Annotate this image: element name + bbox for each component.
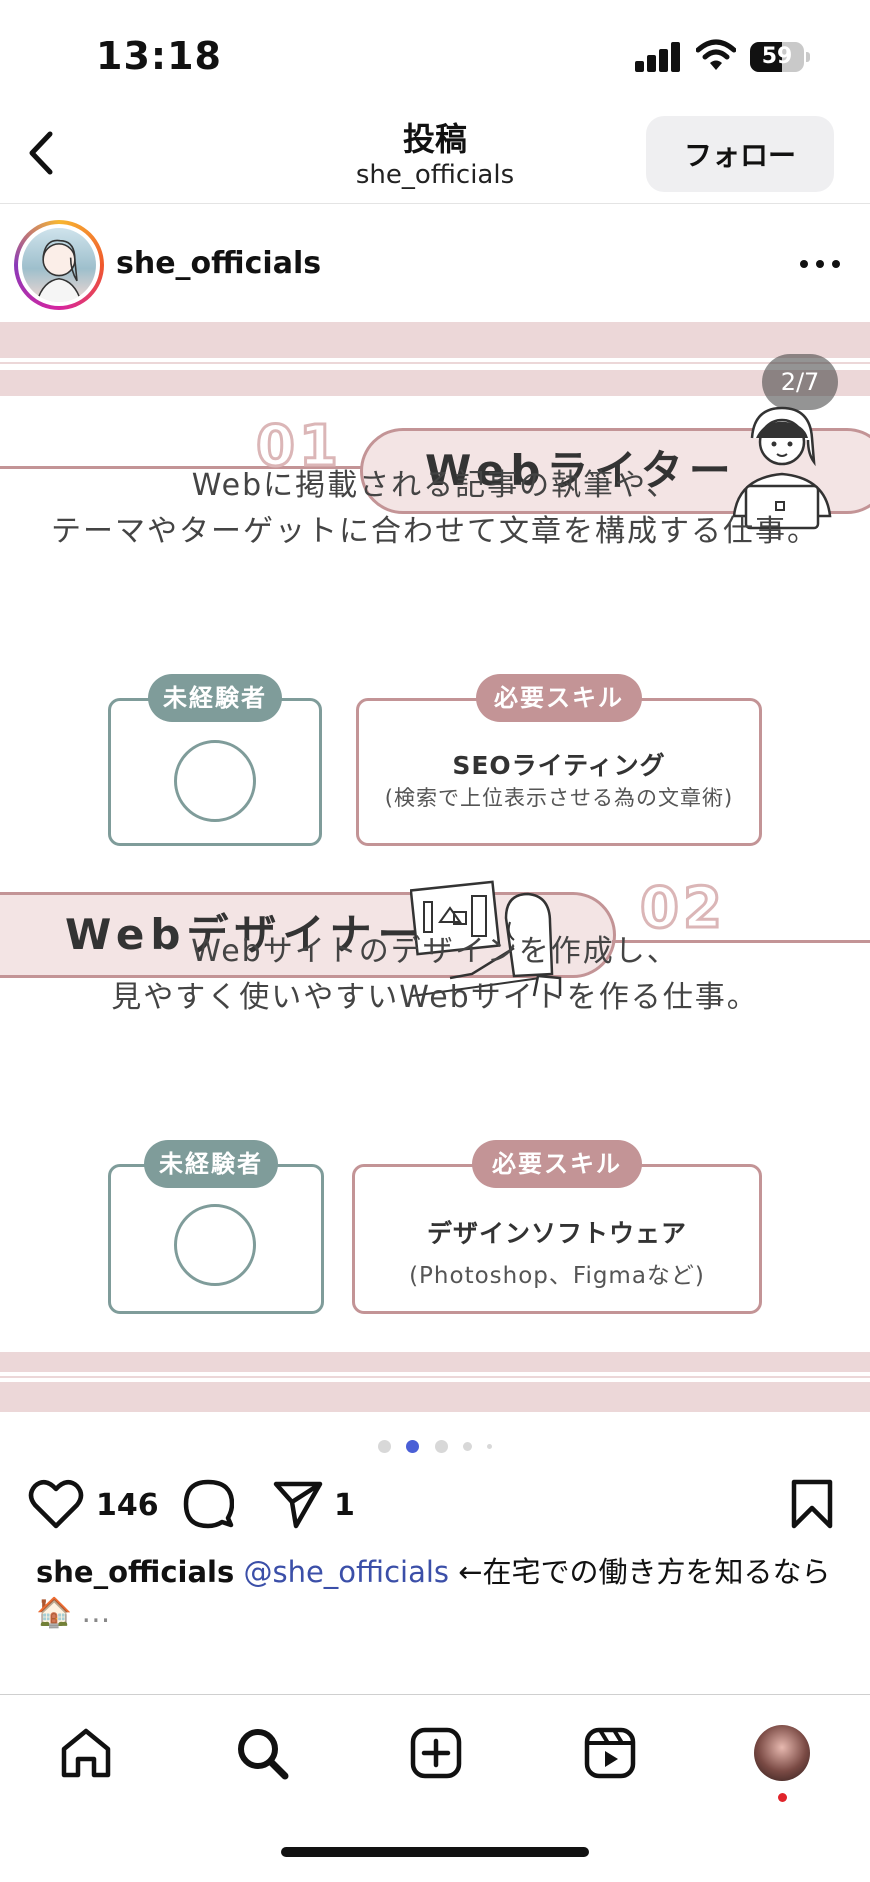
post-username[interactable]: she_officials <box>116 246 321 281</box>
carousel-dot <box>486 1444 492 1449</box>
caption-username[interactable]: she_officials <box>36 1555 234 1589</box>
skill-main: デザインソフトウェア <box>426 1219 687 1248</box>
carousel-dot-active <box>406 1440 420 1453</box>
carousel-dot <box>462 1442 472 1451</box>
beginner-tag: 未経験者 <box>148 674 282 722</box>
bottom-band <box>0 1352 870 1372</box>
section-desc-line: 見やすく使いやすいWebサイトを作る仕事。 <box>111 980 759 1015</box>
share-count[interactable]: 1 <box>334 1488 355 1523</box>
create-icon[interactable] <box>408 1725 464 1781</box>
section-desc-line: テーマやターゲットに合わせて文章を構成する仕事。 <box>51 514 819 549</box>
caption-emoji: 🏠 <box>36 1595 73 1629</box>
status-time: 13:18 <box>96 34 222 78</box>
heart-icon[interactable] <box>28 1478 84 1530</box>
battery-percentage: 59 <box>761 44 793 69</box>
post-caption: she_officials @she_officials ←在宅での働き方を知る… <box>36 1552 846 1632</box>
author-avatar[interactable] <box>14 220 104 310</box>
caption-mention[interactable]: @she_officials <box>243 1555 449 1589</box>
bookmark-icon[interactable] <box>790 1478 834 1530</box>
section-desc-line: Webに掲載される記事の執筆や、 <box>191 468 679 503</box>
paper-plane-icon[interactable] <box>272 1478 324 1530</box>
circle-mark-icon <box>174 1204 256 1286</box>
avatar-illustration <box>36 239 82 302</box>
circle-mark-icon <box>174 740 256 822</box>
reels-icon[interactable] <box>582 1725 638 1781</box>
post-author-row: she_officials <box>0 210 870 318</box>
skill-tag: 必要スキル <box>476 674 642 722</box>
wifi-icon <box>696 39 736 70</box>
skill-main: SEOライティング <box>452 751 666 780</box>
home-icon[interactable] <box>58 1725 114 1781</box>
notification-dot <box>778 1793 787 1802</box>
caption-text: ←在宅での働き方を知るなら <box>458 1555 831 1589</box>
skill-tag: 必要スキル <box>472 1140 642 1188</box>
caption-more[interactable]: … <box>81 1595 110 1629</box>
skill-sub: (Photoshop、Figmaなど) <box>409 1263 705 1289</box>
more-dots-icon[interactable] <box>798 254 842 274</box>
carousel-dot <box>434 1440 448 1453</box>
skill-sub: (検索で上位表示させる為の文章術) <box>384 786 734 810</box>
carousel-dots <box>0 1436 870 1453</box>
post-actions: 146 1 <box>0 1470 870 1540</box>
bottom-nav <box>0 1694 870 1882</box>
carousel-dot <box>378 1440 392 1453</box>
follow-button[interactable]: フォロー <box>646 116 834 192</box>
home-indicator[interactable] <box>281 1847 589 1857</box>
comment-bubble-icon[interactable] <box>182 1478 234 1530</box>
section-desc-line: Webサイトのデザインを作成し、 <box>191 934 679 969</box>
profile-avatar[interactable] <box>754 1725 810 1781</box>
battery-icon: 59 <box>750 42 810 72</box>
top-band <box>0 322 870 358</box>
post-carousel-slide[interactable]: 2/7 01 Webライター Webに掲載される記事の執筆や、 テーマやターゲッ… <box>0 322 870 1412</box>
signal-icon <box>635 42 681 72</box>
search-icon[interactable] <box>234 1725 290 1781</box>
like-count[interactable]: 146 <box>96 1488 159 1523</box>
beginner-tag: 未経験者 <box>144 1140 278 1188</box>
post-header-bar: 投稿 she_officials フォロー <box>0 110 870 204</box>
status-bar: 13:18 59 <box>0 0 870 110</box>
